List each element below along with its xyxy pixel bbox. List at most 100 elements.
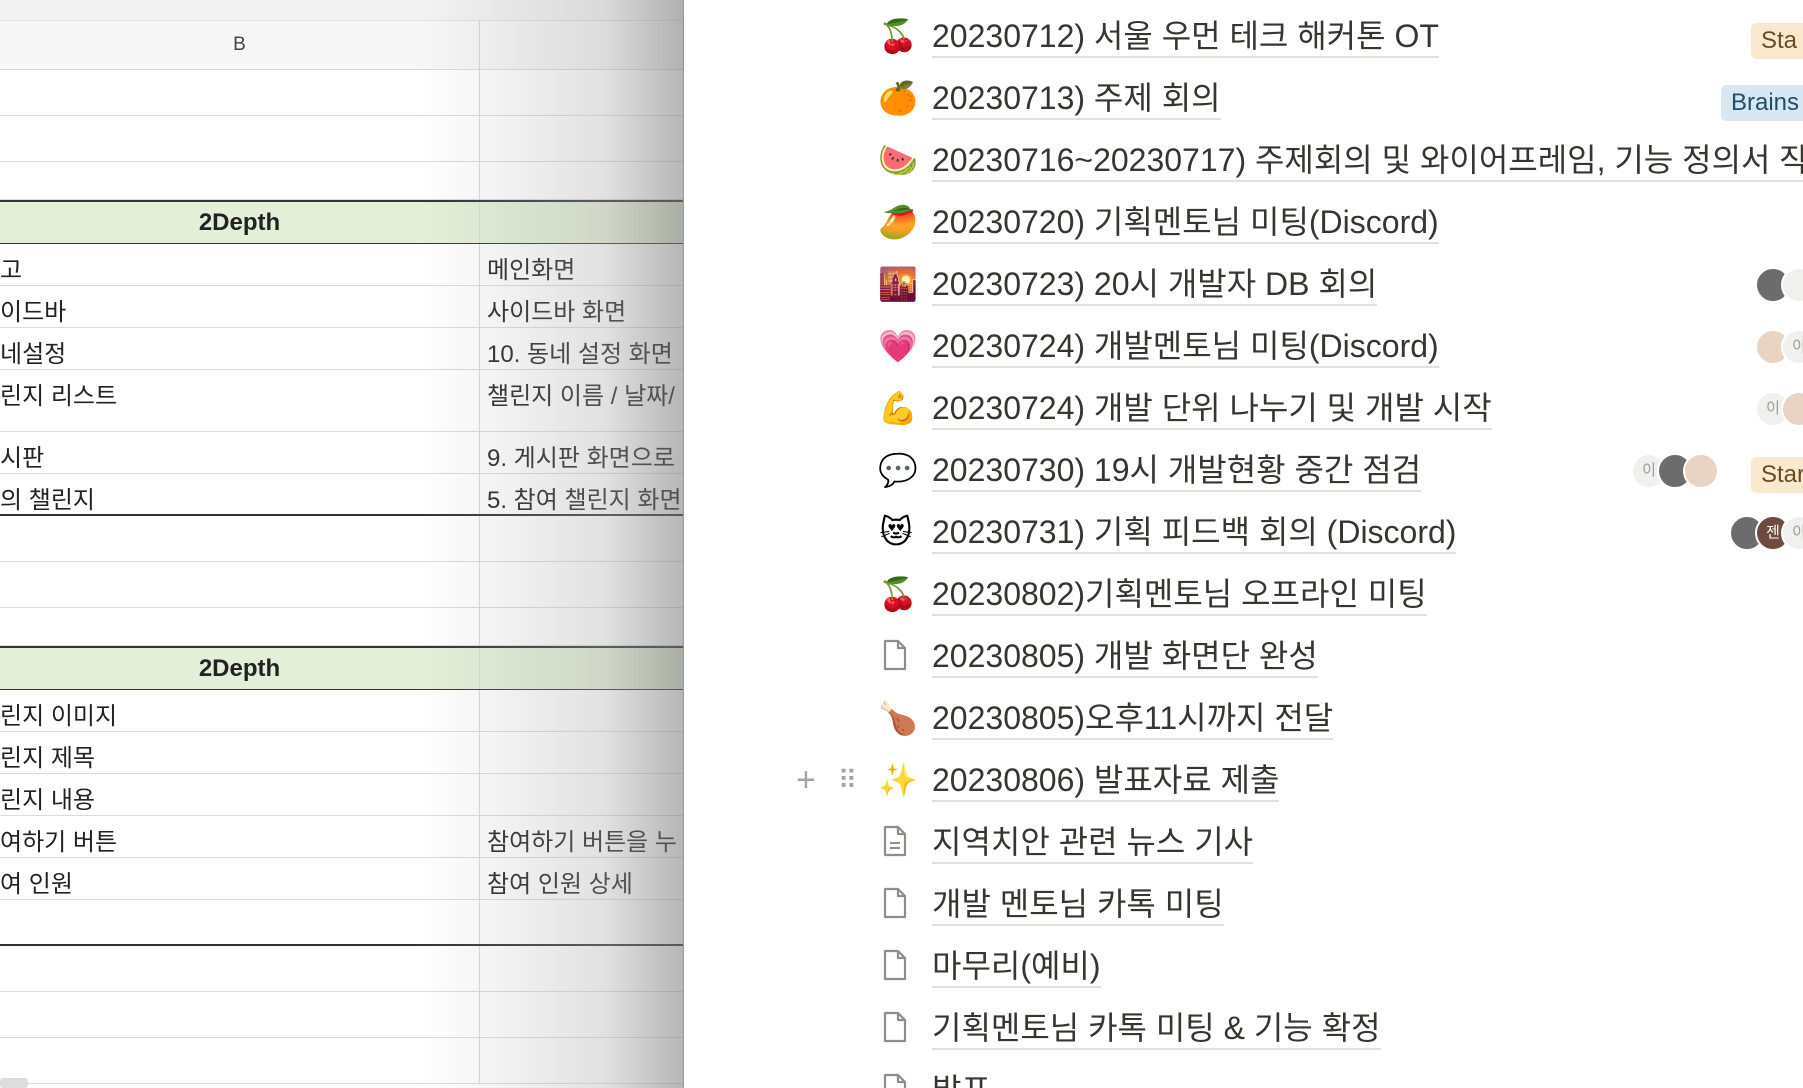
- cell-b[interactable]: [0, 516, 480, 561]
- cell-b[interactable]: 린지 리스트: [0, 370, 480, 431]
- cell-b[interactable]: [0, 70, 480, 115]
- column-header-b[interactable]: B: [0, 21, 480, 69]
- page-list-item[interactable]: 기획멘토님 카톡 미팅 & 기능 확정: [686, 997, 1803, 1059]
- cell-b[interactable]: 2Depth: [0, 648, 480, 689]
- page-list-item[interactable]: 💗 20230724) 개발멘토님 미팅(Discord) 이: [686, 315, 1803, 377]
- cell-c[interactable]: [480, 116, 684, 161]
- page-title-link[interactable]: 20230806) 발표자료 제출: [932, 761, 1280, 802]
- page-list-item[interactable]: 발표: [686, 1059, 1803, 1088]
- cell-b[interactable]: 린지 이미지: [0, 690, 480, 731]
- page-title-link[interactable]: 20230716~20230717) 주제회의 및 와이어프레임, 기능 정의서…: [932, 141, 1803, 182]
- heart-eyes-cat-icon[interactable]: 😻: [878, 513, 914, 551]
- page-icon[interactable]: [882, 1073, 908, 1088]
- cell-c[interactable]: [480, 162, 684, 199]
- cell-b[interactable]: [0, 116, 480, 161]
- cell-b[interactable]: [0, 900, 480, 944]
- page-list-item[interactable]: 😻 20230731) 기획 피드백 회의 (Discord) 젠 이: [686, 501, 1803, 563]
- status-tag[interactable]: Star: [1751, 457, 1803, 493]
- cell-c[interactable]: [480, 1038, 684, 1083]
- cell-b[interactable]: [0, 562, 480, 607]
- cell-c[interactable]: [480, 562, 684, 607]
- page-list-item[interactable]: 지역치안 관련 뉴스 기사: [686, 811, 1803, 873]
- page-list-item[interactable]: 마무리(예비): [686, 935, 1803, 997]
- cell-c[interactable]: [480, 648, 684, 689]
- cell-c[interactable]: 참여하기 버튼을 누: [480, 816, 684, 857]
- page-icon[interactable]: [882, 1011, 908, 1043]
- page-list-item[interactable]: 🍒 20230712) 서울 우먼 테크 해커톤 OT Sta: [686, 5, 1803, 67]
- tangerine-icon[interactable]: 🍊: [878, 79, 918, 117]
- page-list-item[interactable]: 🍗 20230805)오후11시까지 전달: [686, 687, 1803, 749]
- page-icon[interactable]: [882, 887, 908, 919]
- mango-icon[interactable]: 🥭: [878, 203, 918, 241]
- cell-b[interactable]: 여하기 버튼: [0, 816, 480, 857]
- page-title-link[interactable]: 20230713) 주제 회의: [932, 79, 1221, 120]
- page-title-link[interactable]: 20230802)기획멘토님 오프라인 미팅: [932, 575, 1427, 616]
- page-title-link[interactable]: 개발 멘토님 카톡 미팅: [932, 885, 1224, 926]
- page-title-link[interactable]: 20230724) 개발 단위 나누기 및 개발 시작: [932, 389, 1492, 430]
- page-list-item[interactable]: 🍒 20230802)기획멘토님 오프라인 미팅: [686, 563, 1803, 625]
- page-list-item[interactable]: 🍉 20230716~20230717) 주제회의 및 와이어프레임, 기능 정의…: [686, 129, 1803, 191]
- page-title-link[interactable]: 발표: [932, 1071, 991, 1088]
- cell-b[interactable]: [0, 162, 480, 199]
- cell-c[interactable]: [480, 690, 684, 731]
- page-text-icon[interactable]: [882, 825, 908, 857]
- cell-b[interactable]: 여 인원: [0, 858, 480, 899]
- add-block-icon[interactable]: +: [796, 763, 816, 797]
- cell-c[interactable]: [480, 732, 684, 773]
- cell-b[interactable]: 의 챌린지: [0, 474, 480, 514]
- sunset-city-icon[interactable]: 🌇: [878, 265, 918, 303]
- page-title-link[interactable]: 20230805) 개발 화면단 완성: [932, 637, 1318, 678]
- cherries-icon[interactable]: 🍒: [878, 575, 918, 613]
- page-list-item[interactable]: 💬 20230730) 19시 개발현황 중간 점검 이 Star: [686, 439, 1803, 501]
- pink-heart-icon[interactable]: 💗: [878, 327, 918, 365]
- page-title-link[interactable]: 마무리(예비): [932, 947, 1101, 988]
- cell-c[interactable]: [480, 900, 684, 944]
- cell-c[interactable]: 챌린지 이름 / 날짜/: [480, 370, 684, 431]
- poultry-leg-icon[interactable]: 🍗: [878, 699, 918, 737]
- page-list-item[interactable]: 20230805) 개발 화면단 완성: [686, 625, 1803, 687]
- cell-c[interactable]: [480, 202, 684, 243]
- cell-c[interactable]: [480, 608, 684, 645]
- cell-c[interactable]: 9. 게시판 화면으로: [480, 432, 684, 473]
- cell-c[interactable]: 메인화면: [480, 244, 684, 285]
- flexed-biceps-icon[interactable]: 💪: [878, 389, 918, 427]
- page-icon[interactable]: [882, 639, 908, 671]
- page-list-item[interactable]: 🍊 20230713) 주제 회의 Brains: [686, 67, 1803, 129]
- cell-c[interactable]: 참여 인원 상세: [480, 858, 684, 899]
- sparkles-icon[interactable]: ✨: [878, 761, 918, 799]
- page-list-item[interactable]: 개발 멘토님 카톡 미팅: [686, 873, 1803, 935]
- user-avatar[interactable]: [1683, 453, 1719, 489]
- cell-b[interactable]: [0, 992, 480, 1037]
- cell-b[interactable]: [0, 608, 480, 645]
- page-title-link[interactable]: 20230720) 기획멘토님 미팅(Discord): [932, 203, 1439, 244]
- page-list-item[interactable]: 💪 20230724) 개발 단위 나누기 및 개발 시작 이: [686, 377, 1803, 439]
- page-icon[interactable]: [882, 949, 908, 981]
- cell-b[interactable]: 시판: [0, 432, 480, 473]
- page-title-link[interactable]: 20230731) 기획 피드백 회의 (Discord): [932, 513, 1457, 554]
- page-list-item[interactable]: 🥭 20230720) 기획멘토님 미팅(Discord): [686, 191, 1803, 253]
- cell-b[interactable]: [0, 1038, 480, 1083]
- page-list-item[interactable]: 🌇 20230723) 20시 개발자 DB 회의: [686, 253, 1803, 315]
- cell-b[interactable]: 고: [0, 244, 480, 285]
- cell-c[interactable]: 10. 동네 설정 화면: [480, 328, 684, 369]
- cell-c[interactable]: [480, 516, 684, 561]
- cell-c[interactable]: 5. 참여 챌린지 화면: [480, 474, 684, 514]
- status-tag[interactable]: Sta: [1751, 23, 1803, 59]
- cell-c[interactable]: [480, 992, 684, 1037]
- cell-b[interactable]: 린지 제목: [0, 732, 480, 773]
- page-title-link[interactable]: 20230723) 20시 개발자 DB 회의: [932, 265, 1378, 306]
- cell-c[interactable]: 사이드바 화면: [480, 286, 684, 327]
- cell-b[interactable]: 2Depth: [0, 202, 480, 243]
- page-title-link[interactable]: 20230730) 19시 개발현황 중간 점검: [932, 451, 1422, 492]
- page-title-link[interactable]: 20230712) 서울 우먼 테크 해커톤 OT: [932, 17, 1439, 58]
- drag-handle-icon[interactable]: ⠿: [838, 763, 857, 797]
- page-title-link[interactable]: 20230805)오후11시까지 전달: [932, 699, 1334, 740]
- cell-c[interactable]: [480, 946, 684, 991]
- status-tag[interactable]: Brains: [1721, 85, 1803, 121]
- page-list-item[interactable]: + ⠿ ✨ 20230806) 발표자료 제출: [686, 749, 1803, 811]
- page-title-link[interactable]: 기획멘토님 카톡 미팅 & 기능 확정: [932, 1009, 1381, 1050]
- cell-b[interactable]: 네설정: [0, 328, 480, 369]
- cell-b[interactable]: [0, 946, 480, 991]
- cell-b[interactable]: 린지 내용: [0, 774, 480, 815]
- horizontal-scrollbar[interactable]: [0, 1078, 28, 1088]
